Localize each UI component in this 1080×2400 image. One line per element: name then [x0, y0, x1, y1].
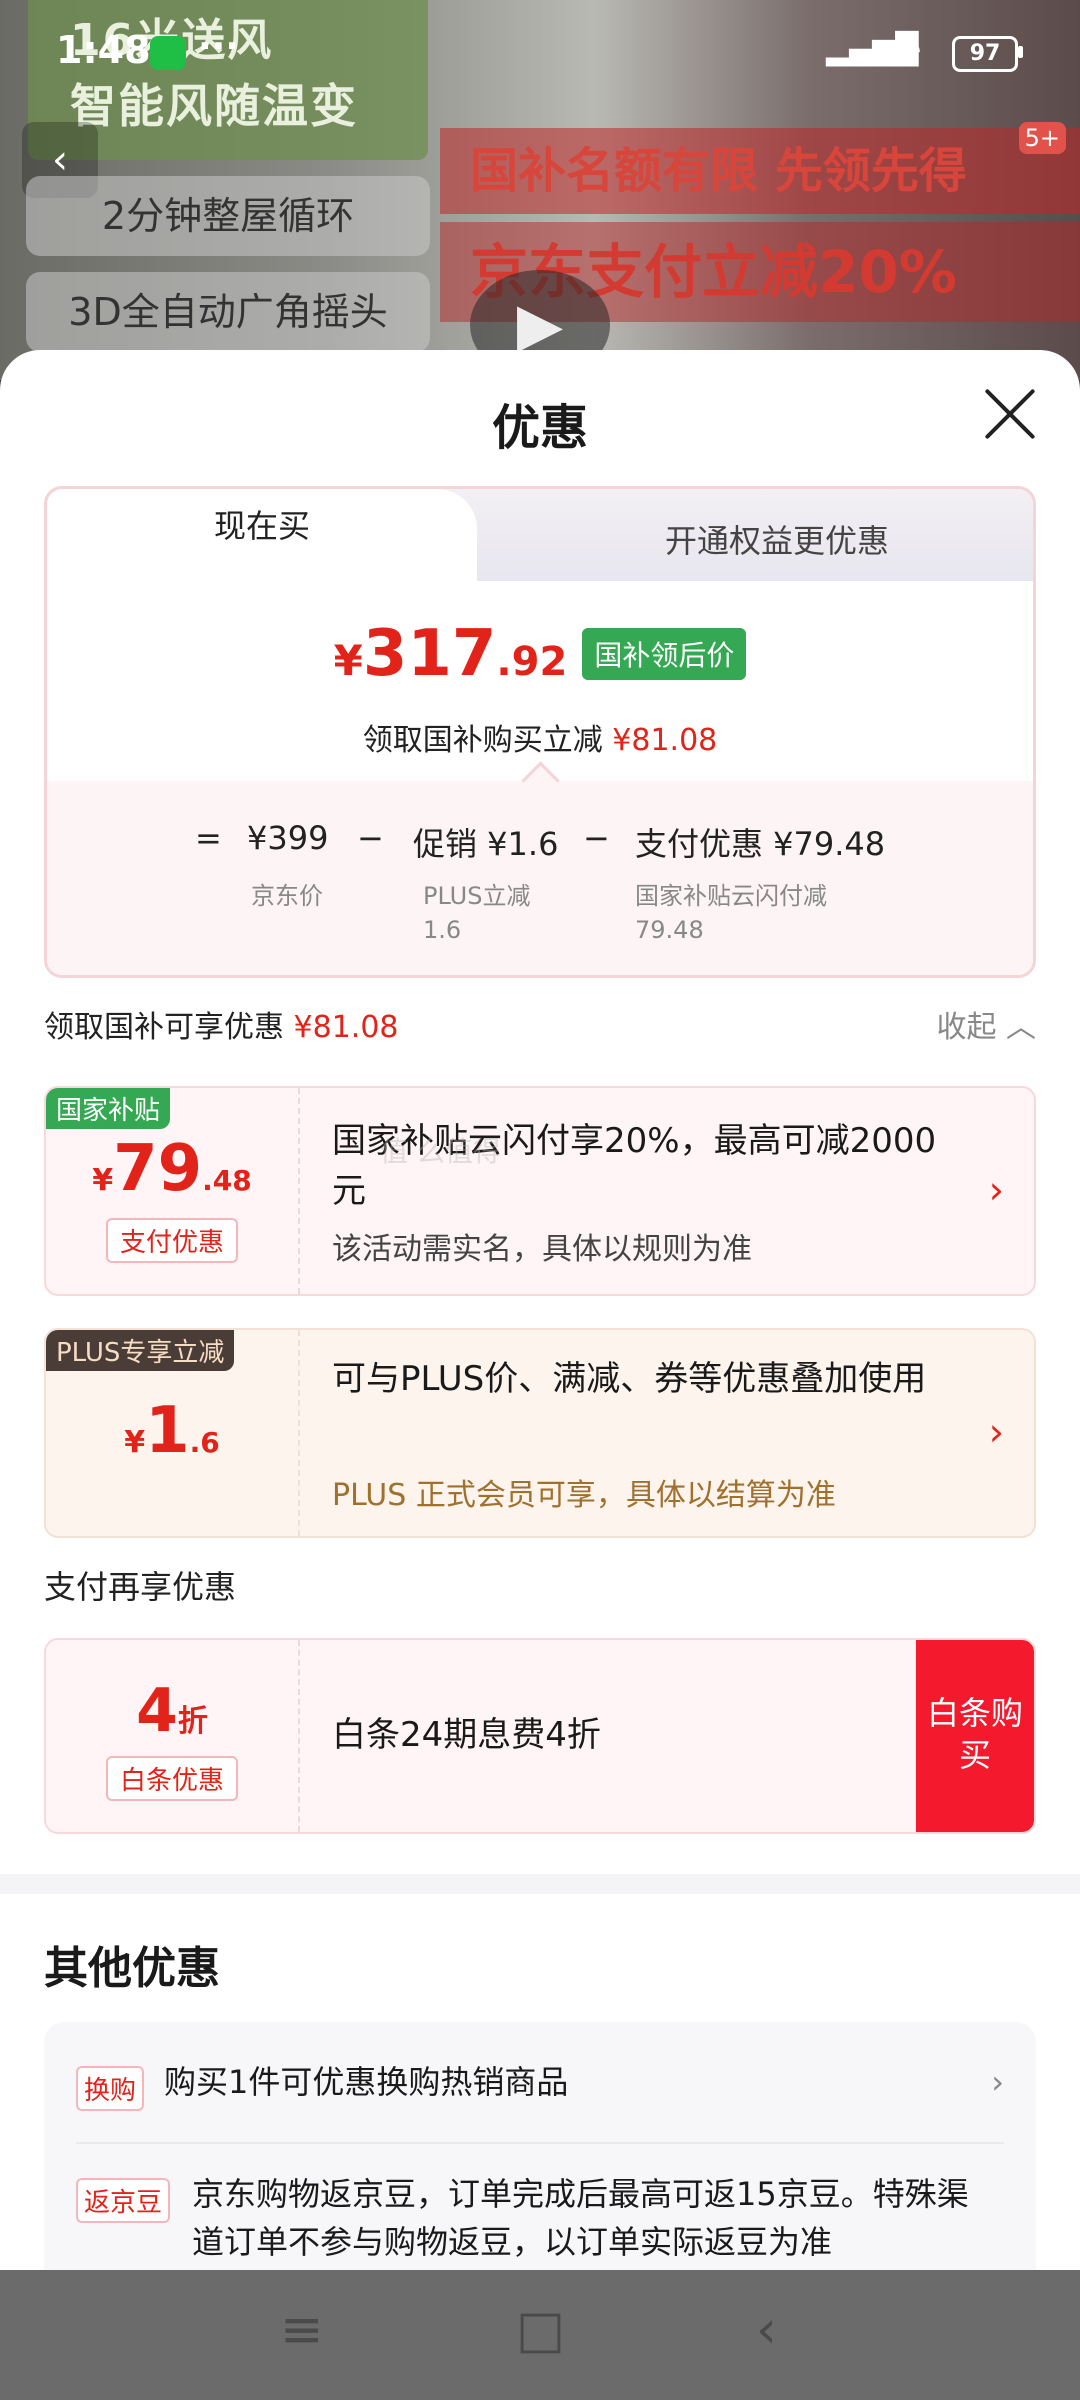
breakdown-equals: = — [195, 819, 222, 857]
coupon-type-pill: 白条优惠 — [106, 1756, 238, 1801]
price-decimal: .92 — [496, 639, 568, 685]
breakdown-pay-value: 79.48 — [635, 916, 704, 944]
coupon-desc: PLUS 正式会员可享，具体以结算为准 — [332, 1478, 836, 1513]
offer-text: 京东购物返京豆，订单完成后最高可返15京豆。特殊渠道订单不参与购物返豆，以订单实… — [192, 2175, 969, 2261]
chevron-up-icon: ︿ — [1006, 1010, 1036, 1045]
coupon-currency: ¥ — [124, 1425, 146, 1460]
coupon-amount: ¥79.48 — [46, 1132, 298, 1206]
subsidy-section-label: 领取国补可享优惠 — [44, 1010, 284, 1045]
price-integer: 317 — [362, 617, 497, 691]
banner-feature-2: 3D全自动广角摇头 — [26, 272, 430, 352]
breakdown-minus-2: − — [583, 819, 610, 857]
chevron-right-icon: › — [988, 1410, 1004, 1454]
plus-exclusive-coupon[interactable]: PLUS专享立减 ¥1.6 可与PLUS价、满减、券等优惠叠加使用 PLUS 正… — [44, 1328, 1036, 1538]
breakdown-promo: 促销 ¥1.6 — [413, 825, 559, 863]
subsidy-section-amount: ¥81.08 — [293, 1010, 399, 1045]
price-currency: ¥ — [333, 636, 363, 685]
price-card: 现在买 开通权益更优惠 ¥317.92 国补领后价 领取国补购买立减 ¥81.0… — [44, 486, 1036, 978]
status-time: 1:48 — [56, 28, 151, 72]
tab-buy-now[interactable]: 现在买 — [47, 489, 477, 581]
tab-membership[interactable]: 开通权益更优惠 — [547, 489, 1007, 581]
national-subsidy-coupon[interactable]: 国家补贴 ¥79.48 支付优惠 国家补贴云闪付享20%，最高可减2000元 该… — [44, 1086, 1036, 1296]
chevron-right-icon: › — [991, 2063, 1004, 2101]
price-breakdown — [47, 781, 1033, 975]
coupon-ribbon: PLUS专享立减 — [46, 1330, 235, 1371]
banner-promo-1: 国补名额有限 先领先得 — [440, 128, 1080, 214]
savings-amount: ¥81.08 — [612, 723, 718, 758]
baitiao-buy-button[interactable]: 白条购买 — [916, 1640, 1034, 1832]
more-dots-icon: ··· — [198, 26, 240, 67]
coupon-integer: 4 — [136, 1676, 178, 1746]
breakdown-minus-1: − — [357, 819, 384, 857]
coupon-desc: 该活动需实名，具体以规则为准 — [332, 1232, 752, 1267]
breakdown-promo-label: PLUS立减 — [423, 882, 531, 910]
image-count-badge: 5+ — [1018, 122, 1066, 154]
pay-section-title: 支付再享优惠 — [44, 1568, 237, 1606]
other-offers-list: 换购 购买1件可优惠换购热销商品 › 返京豆 京东购物返京豆，订单完成后最高可返… — [44, 2022, 1036, 2270]
menu-icon[interactable]: ≡ — [280, 2300, 324, 2360]
savings-label: 领取国补购买立减 — [362, 723, 603, 758]
coupon-title: 可与PLUS价、满减、券等优惠叠加使用 — [332, 1359, 927, 1399]
coupon-type-pill: 支付优惠 — [106, 1218, 238, 1263]
sheet-title: 优惠 — [491, 400, 588, 456]
coupon-title: 白条24期息费4折 — [332, 1715, 601, 1755]
coupon-ribbon: 国家补贴 — [46, 1088, 171, 1129]
banner-feature-1: 2分钟整屋循环 — [26, 176, 430, 256]
section-divider — [0, 1874, 1080, 1894]
tab-bar: 现在买 开通权益更优惠 — [47, 489, 1033, 581]
discount-sheet: 优惠 现在买 开通权益更优惠 ¥317.92 国补领后价 领取国补购买立减 ¥8… — [0, 350, 1080, 2270]
system-nav-bar: ≡ □ ‹ — [0, 2270, 1080, 2400]
final-price: ¥317.92 国补领后价 — [47, 617, 1033, 691]
breakdown-base-price: ¥399 — [247, 819, 329, 857]
other-offers-title: 其他优惠 — [44, 1943, 220, 1994]
battery-icon: 97 — [952, 36, 1018, 72]
offer-text: 购买1件可优惠换购热销商品 — [164, 2063, 569, 2101]
coupon-decimal: .6 — [189, 1426, 220, 1459]
back-icon[interactable]: ‹ — [756, 2300, 777, 2360]
chevron-right-icon: › — [988, 1168, 1004, 1212]
status-bar: 1:48 ··· ▂▄▆█ ◠ 97 — [0, 0, 1080, 110]
coupon-left-panel: PLUS专享立减 ¥1.6 — [46, 1330, 300, 1536]
breakdown-promo-value: 1.6 — [423, 916, 462, 944]
offer-separator — [76, 2142, 1004, 2144]
collapse-toggle[interactable]: 收起 ︿ — [936, 1002, 1036, 1046]
coupon-integer: 1 — [145, 1394, 190, 1468]
baitiao-coupon[interactable]: 4折 白条优惠 白条24期息费4折 白条购买 — [44, 1638, 1036, 1834]
wechat-icon — [150, 36, 186, 70]
wifi-icon: ◠ — [892, 30, 922, 70]
offer-tag: 返京豆 — [76, 2178, 171, 2223]
coupon-left-panel: 4折 白条优惠 — [46, 1640, 300, 1832]
coupon-amount: ¥1.6 — [46, 1394, 298, 1468]
coupon-integer: 79 — [113, 1132, 203, 1206]
battery-tip — [1018, 46, 1023, 58]
price-tag-badge: 国补领后价 — [582, 628, 747, 680]
offer-tag: 换购 — [76, 2066, 145, 2111]
close-icon[interactable] — [980, 384, 1040, 444]
breakdown-pay: 支付优惠 ¥79.48 — [635, 825, 886, 863]
breakdown-pay-label: 国家补贴云闪付减 — [635, 882, 827, 910]
coupon-amount: 4折 — [46, 1676, 298, 1746]
watermark: 值 么值得 — [380, 1135, 501, 1168]
subsidy-section-header: 领取国补可享优惠 ¥81.08 — [44, 1002, 399, 1046]
coupon-currency: ¥ — [92, 1163, 114, 1198]
breakdown-base-label: 京东价 — [251, 882, 323, 910]
savings-line: 领取国补购买立减 ¥81.08 — [47, 715, 1033, 759]
coupon-decimal: .48 — [202, 1164, 252, 1197]
coupon-unit: 折 — [177, 1704, 208, 1739]
coupon-left-panel: 国家补贴 ¥79.48 支付优惠 — [46, 1088, 300, 1294]
collapse-label: 收起 — [936, 1010, 997, 1045]
home-icon[interactable]: □ — [516, 2300, 565, 2360]
